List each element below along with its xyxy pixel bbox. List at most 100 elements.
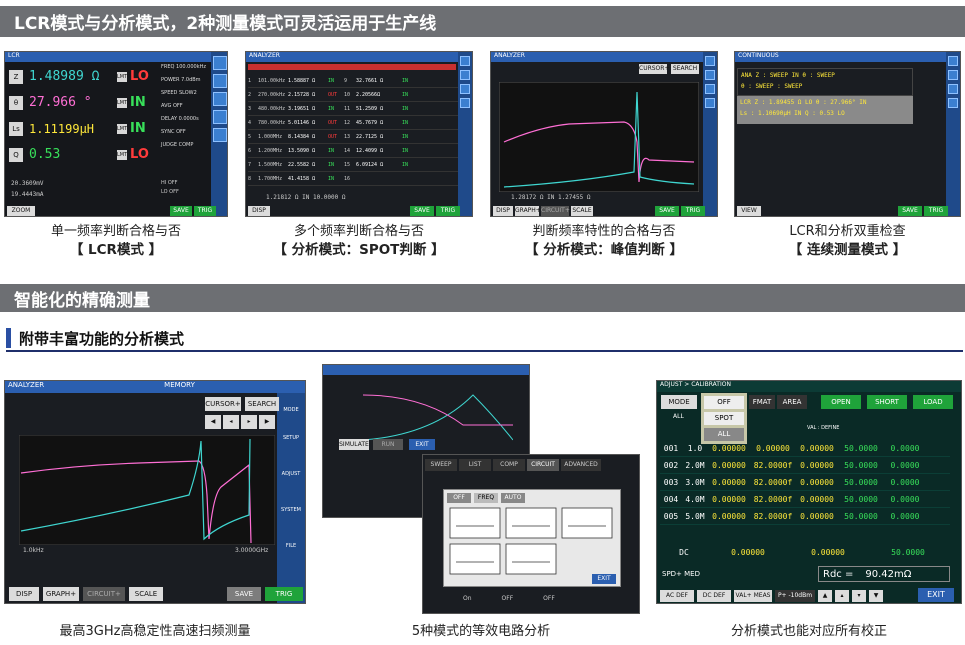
param-chip[interactable]: Ls [9, 121, 23, 136]
side-mode[interactable]: MODE [277, 407, 305, 435]
disp-button[interactable]: DISP [248, 206, 270, 216]
mode-off[interactable]: OFF [447, 493, 471, 503]
table-row[interactable]: 005 5.0M 0.00000 82.0000f 0.00000 50.0000 0.00… [660, 508, 950, 525]
side-setup[interactable]: SETUP [277, 435, 305, 471]
next-icon[interactable]: ▸ [241, 415, 257, 429]
setting-row[interactable]: SPEED SLOW2 [161, 90, 211, 103]
run-button[interactable]: RUN [373, 439, 403, 450]
table-row[interactable]: 001 1.0 0.00000 0.00000 0.00000 50.0000 0.0000 [660, 440, 950, 457]
dropdown-spot[interactable]: SPOT [704, 412, 744, 425]
simulate-button[interactable]: SIMULATE [339, 439, 369, 450]
scale-button[interactable]: SCALE [129, 587, 163, 601]
lmt-button[interactable]: LMT [117, 71, 127, 82]
disp-button[interactable]: DISP [493, 206, 513, 216]
cont-ana-block[interactable]: ANA Z : SWEEP IN θ : SWEEP θ : SWEEP : S… [737, 68, 913, 96]
save-button[interactable]: SAVE [410, 206, 434, 216]
table-row[interactable]: 8 1.700MHz 41.4158 Ω IN 16 [248, 172, 458, 186]
table-row[interactable]: 1 101.00kHz 1.58887 Ω IN 9 32.7661 Ω IN [248, 74, 458, 88]
side-adjust[interactable]: ADJUST [277, 471, 305, 507]
dc-def-button[interactable]: DC DEF [697, 590, 731, 602]
area-button[interactable]: AREA [777, 395, 807, 409]
lmt-button[interactable]: LMT [117, 97, 127, 108]
cal-spd[interactable]: SPD+ MED [662, 570, 700, 578]
param-chip[interactable]: Z [9, 69, 23, 84]
table-row[interactable]: 004 4.0M 0.00000 82.0000f 0.00000 50.0000 0.00… [660, 491, 950, 508]
setting-row[interactable]: JUDGE COMP [161, 142, 211, 155]
peak-titlebar: ANALYZER [491, 52, 717, 62]
trig-button[interactable]: TRIG [681, 206, 705, 216]
first-icon[interactable]: ◀ [205, 415, 221, 429]
mode-auto[interactable]: AUTO [501, 493, 525, 503]
open-button[interactable]: OPEN [821, 395, 861, 409]
screenshot-sweep-3ghz: ANALYZER MEMORY MODE SETUP ADJUST SYSTEM … [4, 380, 306, 604]
param-chip[interactable]: θ [9, 95, 23, 110]
cursor-button[interactable]: CURSOR+ [639, 64, 669, 74]
ac-def-button[interactable]: AC DEF [660, 590, 694, 602]
search-button[interactable]: SEARCH [245, 397, 279, 411]
setting-row[interactable]: DELAY 0.0000s [161, 116, 211, 129]
down-icon[interactable]: ▾ [852, 590, 866, 602]
cursor-button[interactable]: CURSOR+ [205, 397, 241, 411]
format-button[interactable]: FMAT [749, 395, 775, 409]
exit-button[interactable]: EXIT [592, 574, 616, 584]
setting-row[interactable]: AVG OFF [161, 103, 211, 116]
search-button[interactable]: SEARCH [671, 64, 699, 74]
lcr-monitor: 20.3609mV 19.4443mA [11, 180, 44, 198]
setting-row[interactable]: FREQ 100.000kHz [161, 64, 211, 77]
table-row[interactable]: 4 780.00kHz 5.01146 Ω OUT 12 45.7679 Ω IN [248, 116, 458, 130]
table-row[interactable]: 5 1.000MHz 8.14384 Ω OUT 13 22.7125 Ω IN [248, 130, 458, 144]
graph-button[interactable]: GRAPH+ [515, 206, 541, 216]
first-icon[interactable]: ▲ [818, 590, 832, 602]
trig-button[interactable]: TRIG [436, 206, 460, 216]
scale-button[interactable]: SCALE [571, 206, 593, 216]
tab-advanced[interactable]: ADVANCED [561, 459, 601, 471]
table-row[interactable]: 3 480.00kHz 3.19651 Ω IN 11 51.2509 Ω IN [248, 102, 458, 116]
setting-row[interactable]: SYNC OFF [161, 129, 211, 142]
side-system[interactable]: SYSTEM [277, 507, 305, 543]
graph-button[interactable]: GRAPH+ [43, 587, 79, 601]
save-button[interactable]: SAVE [227, 587, 261, 601]
dropdown-off[interactable]: OFF [704, 396, 744, 409]
mode-button[interactable]: MODE [661, 395, 697, 409]
zoom-off-button[interactable]: ZOOM OFF [7, 206, 35, 216]
table-row[interactable]: 2 270.00kHz 2.15728 Ω OUT 10 2.20566Ω IN [248, 88, 458, 102]
side-file[interactable]: FILE [277, 543, 305, 579]
trig-button[interactable]: TRIG [265, 587, 303, 601]
circuit-button[interactable]: CIRCUIT+ [83, 587, 125, 601]
table-row[interactable]: 003 3.0M 0.00000 82.0000f 0.00000 50.0000 0.00… [660, 474, 950, 491]
exit-button[interactable]: EXIT [918, 588, 954, 602]
setting-row[interactable]: POWER 7.0dBm [161, 77, 211, 90]
screenshot-lcr-mode: LCR Z 1.48989 Ω LMT LO θ 27.966 ° LMT IN… [4, 51, 228, 217]
param-chip[interactable]: Q [9, 147, 23, 162]
trig-button[interactable]: TRIG [194, 206, 216, 216]
exit-button[interactable]: EXIT [409, 439, 435, 450]
last-icon[interactable]: ▼ [869, 590, 883, 602]
tab-comp[interactable]: COMP [493, 459, 525, 471]
view-button[interactable]: VIEW [737, 206, 761, 216]
prev-icon[interactable]: ◂ [223, 415, 239, 429]
save-button[interactable]: SAVE [170, 206, 192, 216]
last-icon[interactable]: ▶ [259, 415, 275, 429]
tab-list[interactable]: LIST [459, 459, 491, 471]
lcr-side-menu [211, 52, 227, 216]
tab-sweep[interactable]: SWEEP [425, 459, 457, 471]
cont-lcr-block[interactable]: LCR Z : 1.89455 Ω LO θ : 27.966° IN Ls :… [737, 96, 913, 124]
mode-freq[interactable]: FREQ [474, 493, 498, 503]
table-row[interactable]: 7 1.500MHz 22.5582 Ω IN 15 6.09124 Ω IN [248, 158, 458, 172]
trig-button[interactable]: TRIG [924, 206, 948, 216]
lmt-button[interactable]: LMT [117, 149, 127, 160]
power-setting[interactable]: P+ -10dBm [775, 590, 815, 602]
table-row[interactable]: 002 2.0M 0.00000 82.0000f 0.00000 50.0000 0.00… [660, 457, 950, 474]
save-button[interactable]: SAVE [898, 206, 922, 216]
judge-result: LO [130, 147, 149, 162]
disp-button[interactable]: DISP [9, 587, 39, 601]
tab-circuit[interactable]: CIRCUIT [527, 459, 559, 471]
save-button[interactable]: SAVE [655, 206, 679, 216]
lmt-button[interactable]: LMT [117, 123, 127, 134]
up-icon[interactable]: ▴ [835, 590, 849, 602]
load-button[interactable]: LOAD [913, 395, 953, 409]
val-meas-button[interactable]: VAL+ MEAS [734, 590, 772, 602]
circuit-button[interactable]: CIRCUIT+ [541, 206, 570, 216]
short-button[interactable]: SHORT [867, 395, 907, 409]
table-row[interactable]: 6 1.200MHz 13.5090 Ω IN 14 12.4099 Ω IN [248, 144, 458, 158]
